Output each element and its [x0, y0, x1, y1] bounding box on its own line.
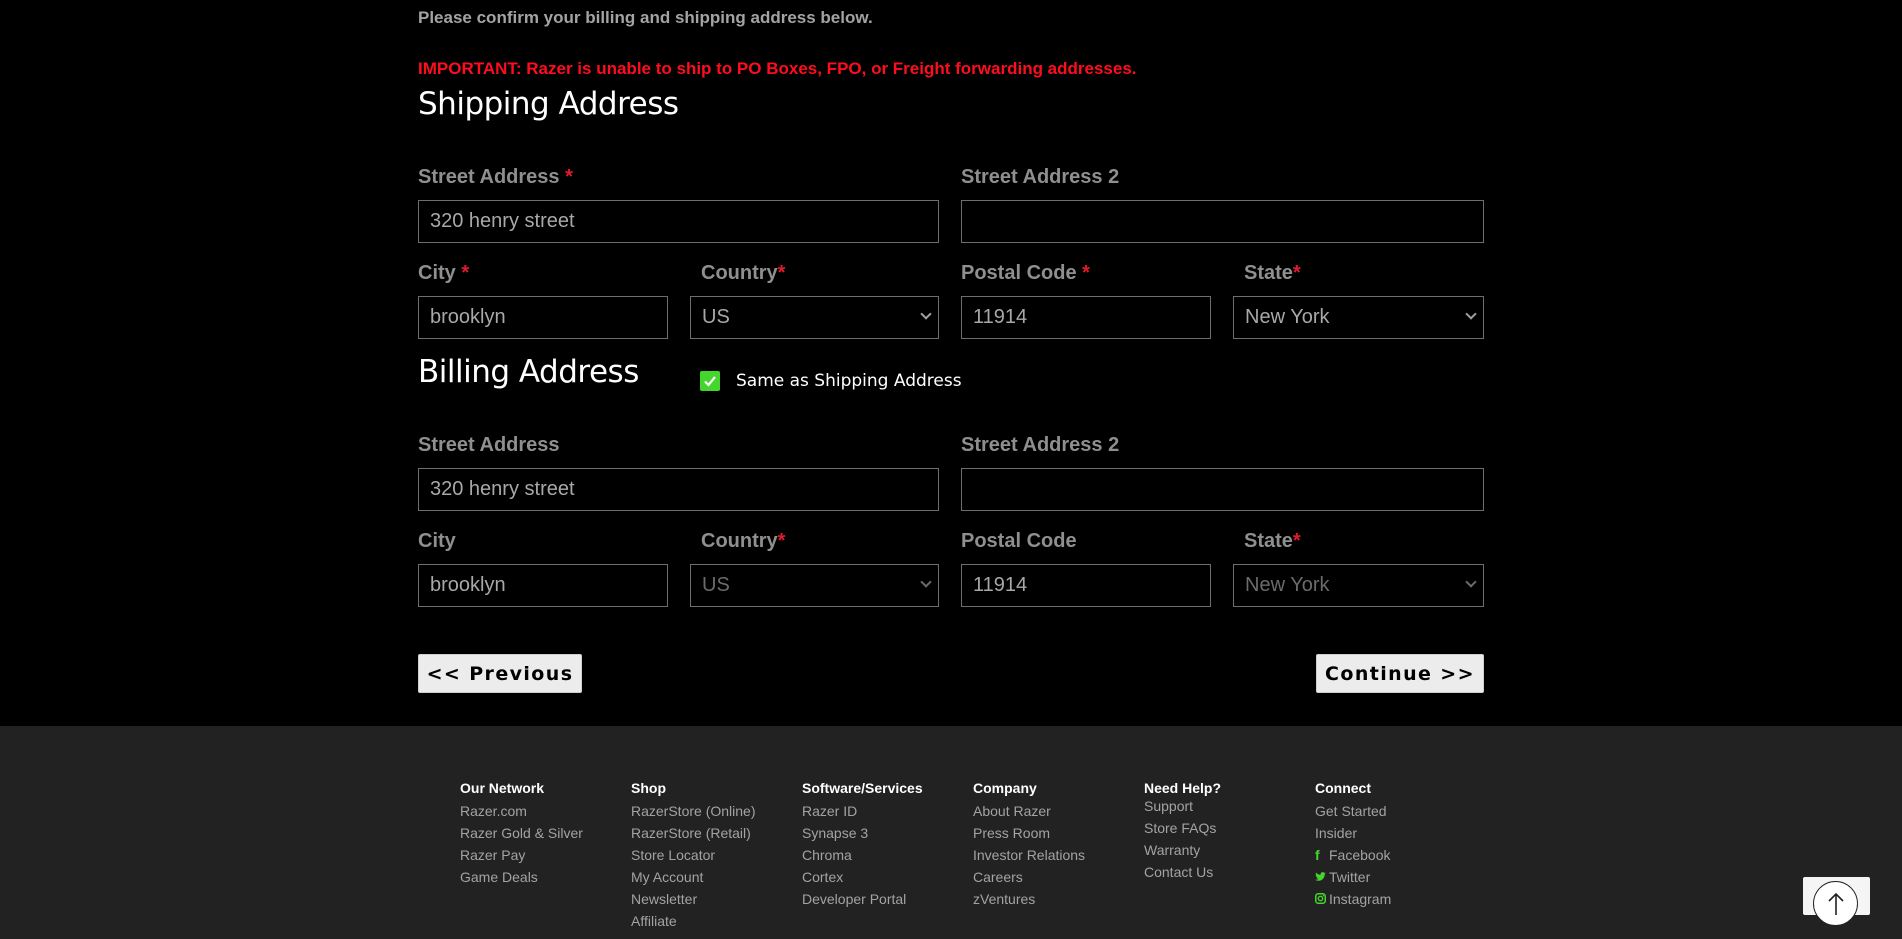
billing-title: Billing Address	[418, 354, 639, 390]
shipping-postal-label: Postal Code *	[961, 262, 1090, 284]
footer-link[interactable]: Get Started	[1315, 800, 1391, 822]
same-as-shipping-checkbox[interactable]	[700, 371, 720, 391]
shipping-street2-label: Street Address 2	[961, 166, 1120, 188]
shipping-street-input[interactable]: 320 henry street	[418, 200, 939, 243]
shipping-street2-input[interactable]	[961, 200, 1484, 243]
footer-link[interactable]: Affiliate	[631, 910, 756, 932]
shipping-postal-input[interactable]: 11914	[961, 296, 1211, 339]
footer-link[interactable]: RazerStore (Online)	[631, 800, 756, 822]
footer-link[interactable]: RazerStore (Retail)	[631, 822, 756, 844]
footer-col-connect: Connect Get Started Insider f Facebook Tw…	[1315, 780, 1391, 910]
shipping-city-label: City *	[418, 262, 470, 284]
footer-heading: Connect	[1315, 780, 1371, 796]
footer-link[interactable]: Chroma	[802, 844, 923, 866]
previous-button[interactable]: << Previous	[418, 654, 582, 693]
twitter-link[interactable]: Twitter	[1315, 866, 1391, 888]
footer-col-our-network: Our Network Razer.com Razer Gold & Silve…	[460, 780, 583, 888]
chevron-down-icon	[920, 308, 932, 320]
instagram-icon	[1315, 888, 1329, 910]
checkmark-icon	[704, 376, 716, 387]
billing-street2-label: Street Address 2	[961, 434, 1120, 456]
chevron-down-icon	[1465, 576, 1477, 588]
footer-heading: Our Network	[460, 780, 545, 796]
billing-country-select[interactable]: US	[690, 564, 939, 607]
footer-link[interactable]: Insider	[1315, 822, 1391, 844]
footer-link[interactable]: About Razer	[973, 800, 1085, 822]
billing-state-label: State*	[1244, 530, 1301, 552]
billing-city-input[interactable]: brooklyn	[418, 564, 668, 607]
billing-city-label: City	[418, 530, 456, 552]
footer-link[interactable]: Investor Relations	[973, 844, 1085, 866]
arrow-up-icon	[1827, 892, 1844, 915]
footer-link[interactable]: Warranty	[1144, 839, 1221, 861]
checkout-page: Please confirm your billing and shipping…	[0, 0, 1902, 939]
shipping-state-select[interactable]: New York	[1233, 296, 1484, 339]
back-to-top-button[interactable]	[1813, 881, 1858, 926]
footer-link[interactable]: Razer Gold & Silver	[460, 822, 583, 844]
footer-link[interactable]: Store Locator	[631, 844, 756, 866]
footer-heading: Software/Services	[802, 780, 923, 796]
billing-country-label: Country*	[701, 530, 786, 552]
footer-col-software: Software/Services Razer ID Synapse 3 Chr…	[802, 780, 923, 910]
footer-link[interactable]: Developer Portal	[802, 888, 923, 910]
billing-postal-input[interactable]: 11914	[961, 564, 1211, 607]
footer-link[interactable]: Razer ID	[802, 800, 923, 822]
address-form: Please confirm your billing and shipping…	[418, 0, 1484, 726]
footer-link[interactable]: My Account	[631, 866, 756, 888]
footer-heading: Need Help?	[1144, 780, 1222, 796]
facebook-link[interactable]: f Facebook	[1315, 844, 1391, 866]
same-as-shipping-label[interactable]: Same as Shipping Address	[736, 371, 962, 391]
continue-button[interactable]: Continue >>	[1316, 654, 1484, 693]
footer-link[interactable]: Contact Us	[1144, 861, 1221, 883]
footer-link[interactable]: Game Deals	[460, 866, 583, 888]
shipping-state-label: State*	[1244, 262, 1301, 284]
twitter-icon	[1315, 866, 1329, 888]
billing-street-label: Street Address	[418, 434, 560, 456]
important-notice: IMPORTANT: Razer is unable to ship to PO…	[418, 59, 1137, 78]
billing-street-input[interactable]: 320 henry street	[418, 468, 939, 511]
footer-link[interactable]: Support	[1144, 795, 1221, 817]
shipping-title: Shipping Address	[418, 86, 679, 122]
shipping-city-input[interactable]: brooklyn	[418, 296, 668, 339]
footer-link[interactable]: Press Room	[973, 822, 1085, 844]
billing-street2-input[interactable]	[961, 468, 1484, 511]
footer-link[interactable]: Razer Pay	[460, 844, 583, 866]
footer-link[interactable]: Synapse 3	[802, 822, 923, 844]
billing-postal-label: Postal Code	[961, 530, 1077, 552]
billing-state-select[interactable]: New York	[1233, 564, 1484, 607]
shipping-street-label: Street Address *	[418, 166, 573, 188]
instagram-link[interactable]: Instagram	[1315, 888, 1391, 910]
footer-col-need-help: Need Help? Support Store FAQs Warranty C…	[1144, 780, 1221, 883]
intro-text: Please confirm your billing and shipping…	[418, 8, 873, 27]
chevron-down-icon	[920, 576, 932, 588]
footer-col-shop: Shop RazerStore (Online) RazerStore (Ret…	[631, 780, 756, 932]
facebook-icon: f	[1315, 847, 1320, 863]
footer-link[interactable]: Newsletter	[631, 888, 756, 910]
footer-heading: Shop	[631, 780, 666, 796]
shipping-country-label: Country*	[701, 262, 786, 284]
footer-link[interactable]: Careers	[973, 866, 1085, 888]
footer-link[interactable]: Razer.com	[460, 800, 583, 822]
footer-link[interactable]: Store FAQs	[1144, 817, 1221, 839]
footer-col-company: Company About Razer Press Room Investor …	[973, 780, 1085, 910]
footer-heading: Company	[973, 780, 1037, 796]
chevron-down-icon	[1465, 308, 1477, 320]
footer-link[interactable]: Cortex	[802, 866, 923, 888]
site-footer: Our Network Razer.com Razer Gold & Silve…	[0, 726, 1902, 939]
footer-link[interactable]: zVentures	[973, 888, 1085, 910]
shipping-country-select[interactable]: US	[690, 296, 939, 339]
